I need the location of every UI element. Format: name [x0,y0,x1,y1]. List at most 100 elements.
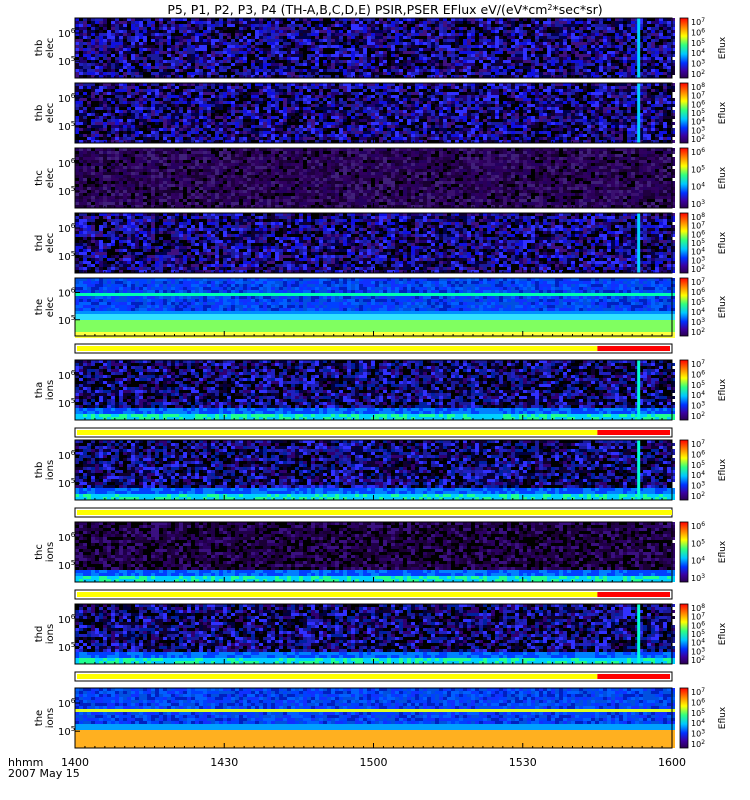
x-tick-label: 1500 [360,756,388,769]
panel-thb-elec: thbelec106105107106105104103102Eflux [34,17,728,79]
y-tick-label: 105 [58,397,75,410]
figure-title: P5, P1, P2, P3, P4 (TH-A,B,C,D,E) PSIR,P… [167,2,602,17]
colorbar-tick-label: 106 [691,287,705,297]
colorbar-tick-label: 104 [691,556,705,566]
panel-thb-elec: thbelec106105108107106105104103102Eflux [34,82,728,144]
panel-ylabel: thbions [34,460,56,480]
panel-ylabel: theelec [34,297,56,318]
colorbar-tick-label: 107 [691,277,705,287]
colorbar-tick-label: 106 [691,369,705,379]
spectrogram-cells [75,83,675,143]
quality-flag-bar [75,344,672,353]
colorbar-tick-label: 102 [691,491,705,501]
data-spike [637,604,640,664]
colorbar [680,604,688,664]
spectrogram-cells [75,522,675,582]
data-spike [637,213,640,273]
y-tick-label: 105 [58,250,75,263]
y-tick-label: 106 [58,27,76,40]
quality-flag-bar [75,590,672,599]
colorbar-label: Eflux [718,231,728,254]
colorbar-tick-label: 104 [691,718,705,728]
quality-flag-bar [75,508,672,517]
colorbar-tick-label: 103 [691,317,705,327]
y-tick-label: 106 [58,449,76,462]
y-tick-label: 105 [58,185,75,198]
x-tick-label: 1430 [210,756,238,769]
panel-ylabel: thdelec [34,233,56,254]
panel-thb-ions: thbions106105107106105104103102Eflux [34,439,728,517]
colorbar-tick-label: 106 [691,697,705,707]
colorbar-tick-label: 104 [691,48,705,58]
y-tick-label: 106 [58,287,76,300]
colorbar-tick-label: 105 [691,297,705,307]
panel-tha-ions: thaions106105107106105104103102Eflux [34,359,728,437]
y-tick-label: 106 [58,92,76,105]
y-tick-label: 105 [58,477,75,490]
panel-the-elec: theelec106105107106105104103102Eflux [34,277,728,353]
y-tick-label: 106 [58,369,76,382]
x-tick-label: 1530 [509,756,537,769]
colorbar-label: Eflux [718,622,728,645]
spectrogram-cells [75,688,675,748]
colorbar-label: Eflux [718,540,728,563]
colorbar-tick-label: 102 [691,134,705,144]
colorbar-tick-label: 104 [691,307,705,317]
colorbar-tick-label: 107 [691,687,705,697]
colorbar-tick-label: 106 [691,147,705,157]
quality-flag-bar [75,672,672,681]
panel-ylabel: thbelec [34,38,56,59]
colorbar-label: Eflux [718,458,728,481]
y-tick-label: 105 [58,55,75,68]
colorbar-tick-label: 103 [691,401,705,411]
y-tick-label: 106 [58,157,76,170]
spectrogram-figure: P5, P1, P2, P3, P4 (TH-A,B,C,D,E) PSIR,P… [0,0,750,800]
colorbar-tick-label: 105 [691,708,705,718]
y-tick-label: 106 [58,613,76,626]
panel-ylabel: theions [34,708,56,728]
colorbar-tick-label: 107 [691,17,705,27]
colorbar-tick-label: 105 [691,460,705,470]
colorbar-tick-label: 104 [691,470,705,480]
colorbar-tick-label: 104 [691,390,705,400]
panels-group: thbelec106105107106105104103102Efluxthbe… [34,17,728,749]
colorbar-label: Eflux [718,36,728,59]
spectrogram-cells [75,360,675,420]
colorbar-tick-label: 105 [691,38,705,48]
panel-ylabel: thcelec [34,168,56,189]
colorbar-tick-label: 103 [691,573,705,583]
y-tick-label: 106 [58,531,76,544]
spectrogram-cells [75,440,675,500]
panel-ylabel: thaions [34,380,56,400]
colorbar-tick-label: 103 [691,481,705,491]
colorbar [680,522,688,582]
panel-the-ions: theions106105107106105104103102Eflux [34,687,728,749]
colorbar [680,688,688,748]
panel-thc-ions: thcions106105106105104103Eflux [34,521,728,599]
panel-ylabel: thdions [34,624,56,644]
colorbar-label: Eflux [718,166,728,189]
colorbar-label: Eflux [718,295,728,318]
colorbar [680,18,688,78]
colorbar [680,360,688,420]
data-spike [637,18,640,78]
y-tick-label: 105 [58,559,75,572]
colorbar-tick-label: 102 [691,69,705,79]
colorbar-tick-label: 105 [691,164,705,174]
colorbar-label: Eflux [718,706,728,729]
spectrogram-cells [75,148,675,208]
colorbar-tick-label: 102 [691,739,705,749]
spectrogram-cells [75,278,675,338]
colorbar-tick-label: 102 [691,327,705,337]
colorbar-tick-label: 106 [691,27,705,37]
panel-ylabel: thcions [34,542,56,562]
colorbar-tick-label: 103 [691,59,705,69]
y-tick-label: 105 [58,314,75,327]
colorbar-tick-label: 107 [691,439,705,449]
colorbar-label: Eflux [718,378,728,401]
panel-thc-elec: thcelec106105106105104103Eflux [34,147,728,209]
y-tick-label: 105 [58,725,75,738]
data-spike [637,440,640,500]
colorbar [680,440,688,500]
panel-thd-elec: thdelec106105108107106105104103102Eflux [34,212,728,274]
